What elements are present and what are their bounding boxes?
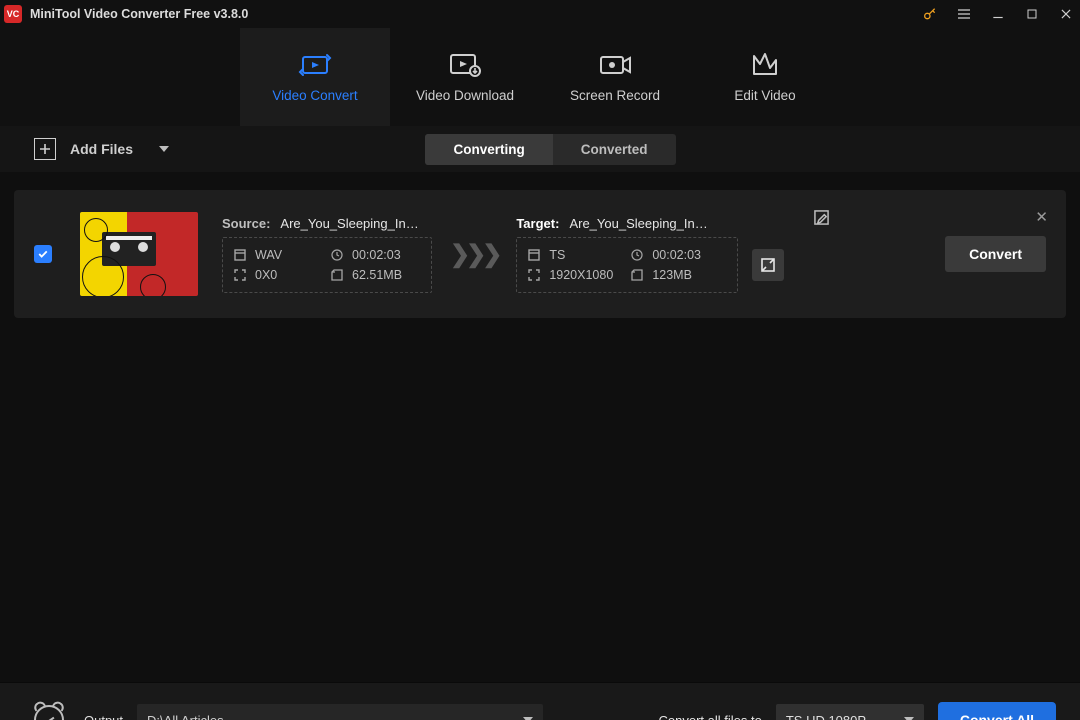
- source-format: WAV: [233, 248, 324, 262]
- plus-icon: [34, 138, 56, 160]
- target-format: TS: [527, 248, 624, 262]
- convert-all-to-label: Convert all files to: [659, 713, 762, 720]
- tab-video-convert[interactable]: Video Convert: [240, 28, 390, 126]
- app-logo: VC: [4, 5, 22, 23]
- titlebar: VC MiniTool Video Converter Free v3.8.0: [0, 0, 1080, 28]
- target-block: Target: Are_You_Sleeping_In… TS 00:02:03: [516, 216, 784, 293]
- tab-label: Screen Record: [570, 88, 660, 103]
- convert-icon: [298, 52, 332, 78]
- footer-bar: Output D:\All Articles Convert all files…: [0, 682, 1080, 720]
- format-icon: [233, 248, 247, 262]
- edit-video-icon: [748, 52, 782, 78]
- target-settings-button[interactable]: [752, 249, 784, 281]
- hamburger-menu-icon[interactable]: [956, 6, 972, 22]
- convert-button[interactable]: Convert: [945, 236, 1046, 272]
- maximize-icon[interactable]: [1024, 6, 1040, 22]
- source-label: Source:: [222, 216, 270, 231]
- clock-icon: [630, 248, 644, 262]
- target-duration: 00:02:03: [630, 248, 727, 262]
- clock-icon: [330, 248, 344, 262]
- remove-row-icon[interactable]: ✕: [1035, 208, 1048, 226]
- source-size: 62.51MB: [330, 268, 421, 282]
- tab-label: Edit Video: [734, 88, 795, 103]
- tab-label: Video Convert: [272, 88, 357, 103]
- segment-converted[interactable]: Converted: [553, 134, 676, 165]
- arrow-icon: ❯❯❯: [450, 240, 498, 269]
- segment-converting[interactable]: Converting: [425, 134, 552, 165]
- tab-video-download[interactable]: Video Download: [390, 28, 540, 126]
- source-block: Source: Are_You_Sleeping_In… WAV 00:02:0…: [222, 216, 432, 293]
- source-resolution: 0X0: [233, 268, 324, 282]
- size-icon: [330, 268, 344, 282]
- add-files-button[interactable]: Add Files: [34, 138, 169, 160]
- row-checkbox[interactable]: [34, 245, 52, 263]
- output-label: Output: [84, 713, 123, 720]
- tab-screen-record[interactable]: Screen Record: [540, 28, 690, 126]
- file-row: Source: Are_You_Sleeping_In… WAV 00:02:0…: [14, 190, 1066, 318]
- download-icon: [448, 52, 482, 78]
- add-files-label: Add Files: [70, 141, 133, 157]
- target-label: Target:: [516, 216, 559, 231]
- output-path-select[interactable]: D:\All Articles: [137, 704, 543, 720]
- convert-all-button[interactable]: Convert All: [938, 702, 1056, 720]
- minimize-icon[interactable]: [990, 6, 1006, 22]
- edit-target-icon[interactable]: [814, 210, 829, 228]
- app-title: MiniTool Video Converter Free v3.8.0: [30, 7, 248, 21]
- source-duration: 00:02:03: [330, 248, 421, 262]
- resolution-icon: [527, 268, 541, 282]
- thumbnail: [80, 212, 198, 296]
- sub-toolbar: Add Files Converting Converted: [0, 126, 1080, 172]
- status-segment: Converting Converted: [425, 134, 675, 165]
- schedule-icon[interactable]: [34, 705, 64, 720]
- tab-edit-video[interactable]: Edit Video: [690, 28, 840, 126]
- chevron-down-icon[interactable]: [159, 146, 169, 152]
- close-icon[interactable]: [1058, 6, 1074, 22]
- target-resolution: 1920X1080: [527, 268, 624, 282]
- record-icon: [598, 52, 632, 78]
- target-filename: Are_You_Sleeping_In…: [569, 216, 707, 231]
- format-icon: [527, 248, 541, 262]
- main-tabs: Video Convert Video Download Screen Reco…: [0, 28, 1080, 126]
- target-format-value: TS HD 1080P: [786, 713, 866, 720]
- file-list: Source: Are_You_Sleeping_In… WAV 00:02:0…: [0, 172, 1080, 682]
- size-icon: [630, 268, 644, 282]
- source-filename: Are_You_Sleeping_In…: [280, 216, 418, 231]
- tab-label: Video Download: [416, 88, 514, 103]
- output-path-value: D:\All Articles: [147, 713, 224, 720]
- target-format-select[interactable]: TS HD 1080P: [776, 704, 924, 720]
- upgrade-key-icon[interactable]: [922, 6, 938, 22]
- resolution-icon: [233, 268, 247, 282]
- target-size: 123MB: [630, 268, 727, 282]
